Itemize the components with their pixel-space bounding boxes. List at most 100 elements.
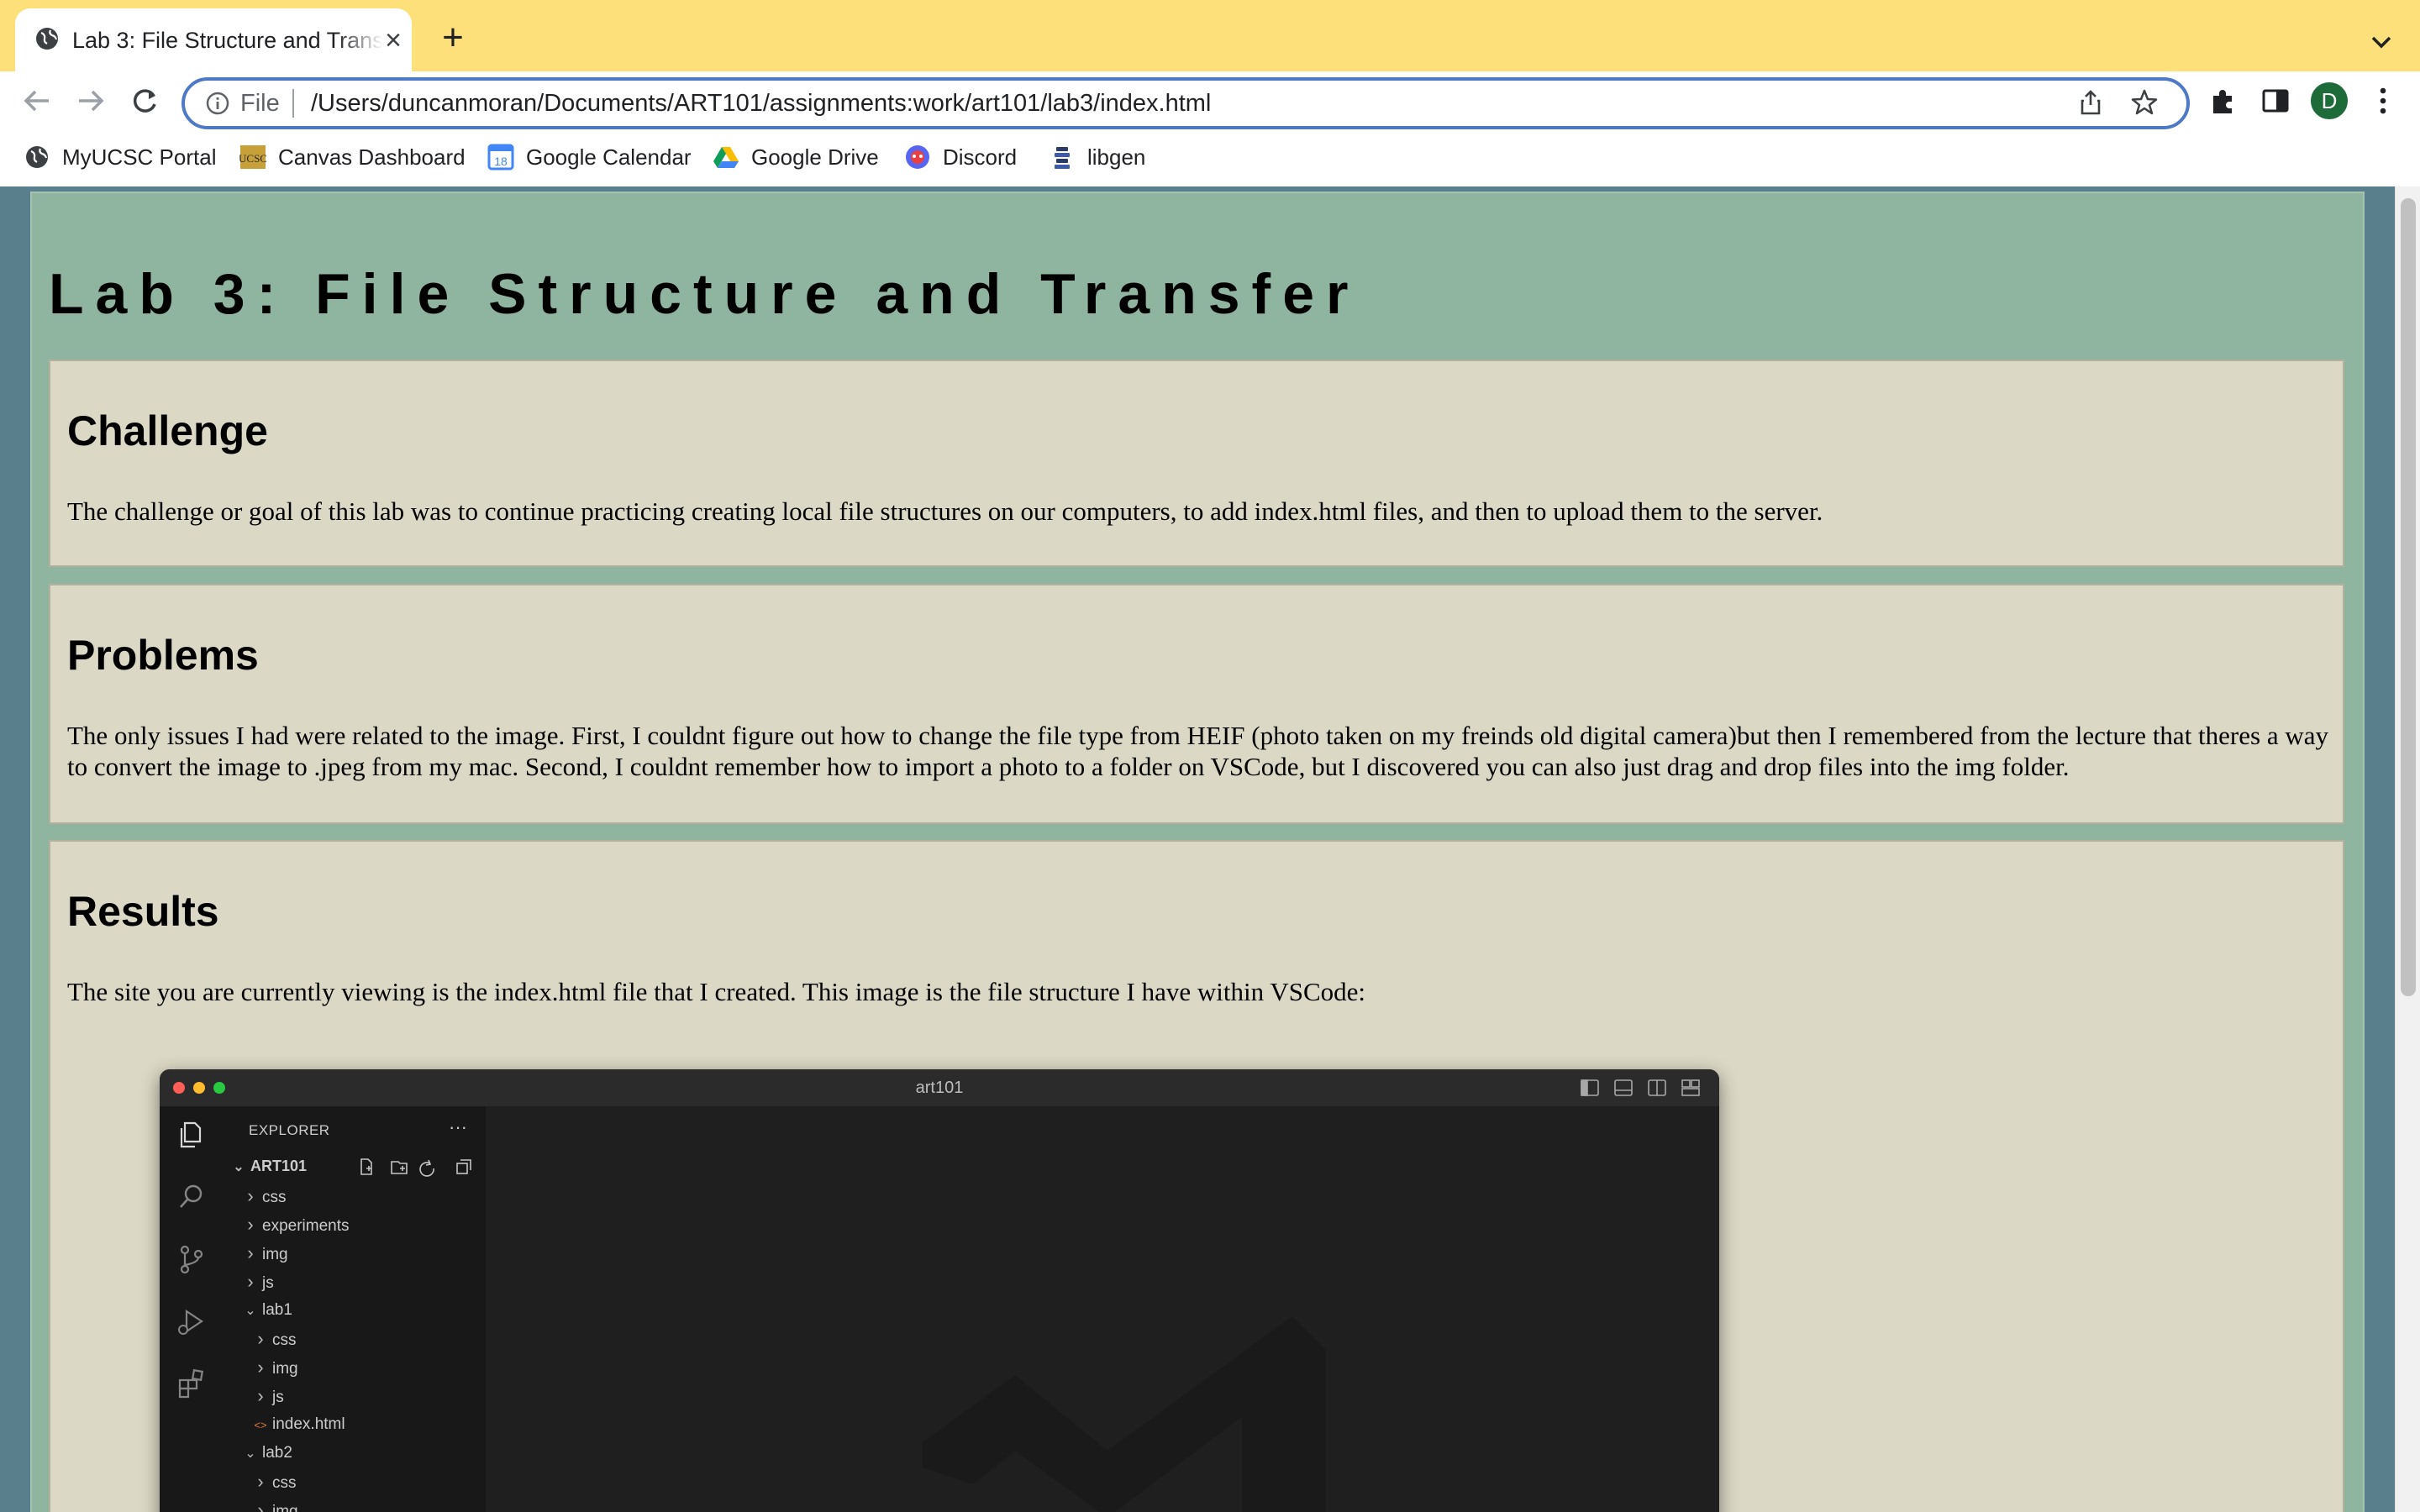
section-heading: Challenge [67, 407, 268, 454]
tree-folder: ⌄ lab2 [244, 1439, 292, 1467]
files-icon [180, 1121, 202, 1148]
search-icon [180, 1184, 203, 1208]
chevron-right-icon: › [257, 1499, 264, 1512]
bookmark-label: Google Drive [751, 144, 879, 170]
extensions-icon [178, 1368, 204, 1399]
tree-item-label: experiments [262, 1217, 350, 1235]
new-tab-button[interactable]: + [435, 19, 471, 56]
tree-folder: › img [244, 1239, 288, 1268]
section-body: The site you are currently viewing is th… [67, 977, 1365, 1006]
page-scrollbar[interactable] [2395, 186, 2420, 1512]
profile-avatar[interactable]: D [2311, 82, 2348, 119]
challenge-section: Challenge The challenge or goal of this … [49, 360, 2344, 567]
share-icon[interactable] [2075, 87, 2106, 118]
zoom-traffic-light [213, 1082, 225, 1094]
tree-item-label: img [262, 1246, 288, 1263]
bookmark-label: Google Calendar [526, 144, 692, 170]
tree-folder: › img [254, 1353, 298, 1382]
forward-arrow-icon[interactable] [69, 79, 113, 123]
bookmark-label: libgen [1087, 144, 1146, 170]
layout-controls-icon [1581, 1079, 1700, 1096]
side-panel-icon[interactable] [2259, 84, 2292, 118]
chevron-right-icon: › [257, 1357, 264, 1378]
chevron-down-icon[interactable] [2363, 24, 2400, 60]
problems-section: Problems The only issues I had were rela… [49, 584, 2344, 824]
tab-close-icon[interactable]: × [376, 24, 410, 57]
chevron-right-icon: › [257, 1471, 264, 1492]
google-calendar-icon: 18 [487, 144, 514, 171]
section-body: The challenge or goal of this lab was to… [67, 496, 1823, 526]
info-icon[interactable] [203, 89, 232, 118]
tree-folder: › css [254, 1467, 297, 1496]
page-title: Lab 3: File Structure and Transfer [49, 262, 1360, 326]
svg-text:UCSC: UCSC [239, 152, 266, 165]
scheme-label: File [240, 90, 280, 117]
tree-item-label: img [272, 1360, 298, 1378]
vscode-editor-area [486, 1106, 1719, 1512]
more-menu-icon[interactable] [2366, 82, 2400, 119]
tree-item-label: css [272, 1474, 297, 1492]
extensions-puzzle-icon[interactable] [2207, 84, 2240, 118]
explorer-toolbar-icons [360, 1158, 471, 1177]
bookmark-label: Canvas Dashboard [278, 144, 466, 170]
bookmark-libgen[interactable]: libgen [1049, 139, 1166, 175]
page-viewport: Lab 3: File Structure and Transfer Chall… [0, 186, 2395, 1512]
chevron-right-icon: › [247, 1242, 254, 1263]
section-body: The only issues I had were related to th… [67, 721, 2328, 781]
google-drive-icon [713, 147, 739, 168]
run-debug-icon [178, 1309, 203, 1335]
vscode-window-title: art101 [915, 1079, 964, 1097]
tab-strip: Lab 3: File Structure and Transfer × + [0, 0, 2420, 71]
chevron-right-icon: › [257, 1328, 264, 1349]
tree-folder: › img [254, 1496, 298, 1512]
address-bar[interactable]: File /Users/duncanmoran/Documents/ART101… [182, 77, 2190, 129]
root-folder: ⌄ ART101 [232, 1153, 358, 1179]
vscode-titlebar: art101 [160, 1069, 1719, 1107]
vscode-screenshot-image: art101 EXPLORER ··· ⌄ ART101 › css › exp… [160, 1069, 1719, 1512]
tree-item-label: js [272, 1389, 284, 1406]
browser-tab[interactable]: Lab 3: File Structure and Transfer × [15, 8, 412, 71]
tree-item-label: lab2 [262, 1444, 292, 1462]
globe-icon [26, 146, 48, 168]
scrollbar-thumb[interactable] [2401, 198, 2416, 996]
bookmark-star-icon[interactable] [2129, 87, 2160, 118]
section-heading: Results [67, 888, 219, 935]
chevron-right-icon: › [257, 1385, 264, 1406]
bookmark-canvas[interactable]: UCSC Canvas Dashboard [239, 139, 466, 175]
vscode-explorer: EXPLORER ··· ⌄ ART101 › css › experiments › im… [224, 1106, 487, 1512]
tree-item-label: lab1 [262, 1301, 292, 1319]
bookmark-label: MyUCSC Portal [62, 144, 217, 170]
chevron-right-icon: › [247, 1214, 254, 1235]
bookmark-google-drive[interactable]: Google Drive [713, 139, 897, 175]
tree-folder: › experiments [244, 1210, 350, 1239]
tree-folder: ⌄ lab1 [244, 1296, 292, 1325]
root-folder-label: ART101 [250, 1158, 308, 1174]
page-wrapper: Lab 3: File Structure and Transfer Chall… [30, 192, 2365, 1512]
results-section: Results The site you are currently viewi… [49, 840, 2344, 1512]
tree-folder: › css [244, 1182, 287, 1210]
back-arrow-icon[interactable] [15, 79, 59, 123]
svg-text:18: 18 [494, 155, 508, 168]
tree-item-label: css [262, 1189, 287, 1206]
bookmark-myucsc[interactable]: MyUCSC Portal [24, 139, 217, 175]
chevron-down-icon: ⌄ [233, 1160, 245, 1174]
reload-icon[interactable] [123, 79, 166, 123]
tree-file: <> index.html [254, 1410, 345, 1439]
discord-icon [906, 145, 929, 169]
tree-folder: › js [244, 1268, 273, 1296]
tree-folder: › css [254, 1325, 297, 1353]
bookmark-google-calendar[interactable]: 18 Google Calendar [487, 139, 706, 175]
chevron-right-icon: › [247, 1185, 254, 1206]
bookmark-discord[interactable]: Discord [904, 139, 1047, 175]
vscode-logo-watermark [923, 1316, 1326, 1512]
address-divider [292, 89, 294, 118]
tab-title: Lab 3: File Structure and Transfer [72, 28, 383, 53]
tree-item-label: index.html [272, 1415, 345, 1433]
vscode-activity-bar [160, 1106, 224, 1512]
close-traffic-light [173, 1082, 185, 1094]
libgen-icon [1055, 147, 1070, 169]
tree-folder: › js [254, 1382, 284, 1410]
tree-item-label: img [272, 1503, 298, 1512]
url-text[interactable]: /Users/duncanmoran/Documents/ART101/assi… [311, 86, 1907, 121]
tree-item-label: css [272, 1331, 297, 1349]
